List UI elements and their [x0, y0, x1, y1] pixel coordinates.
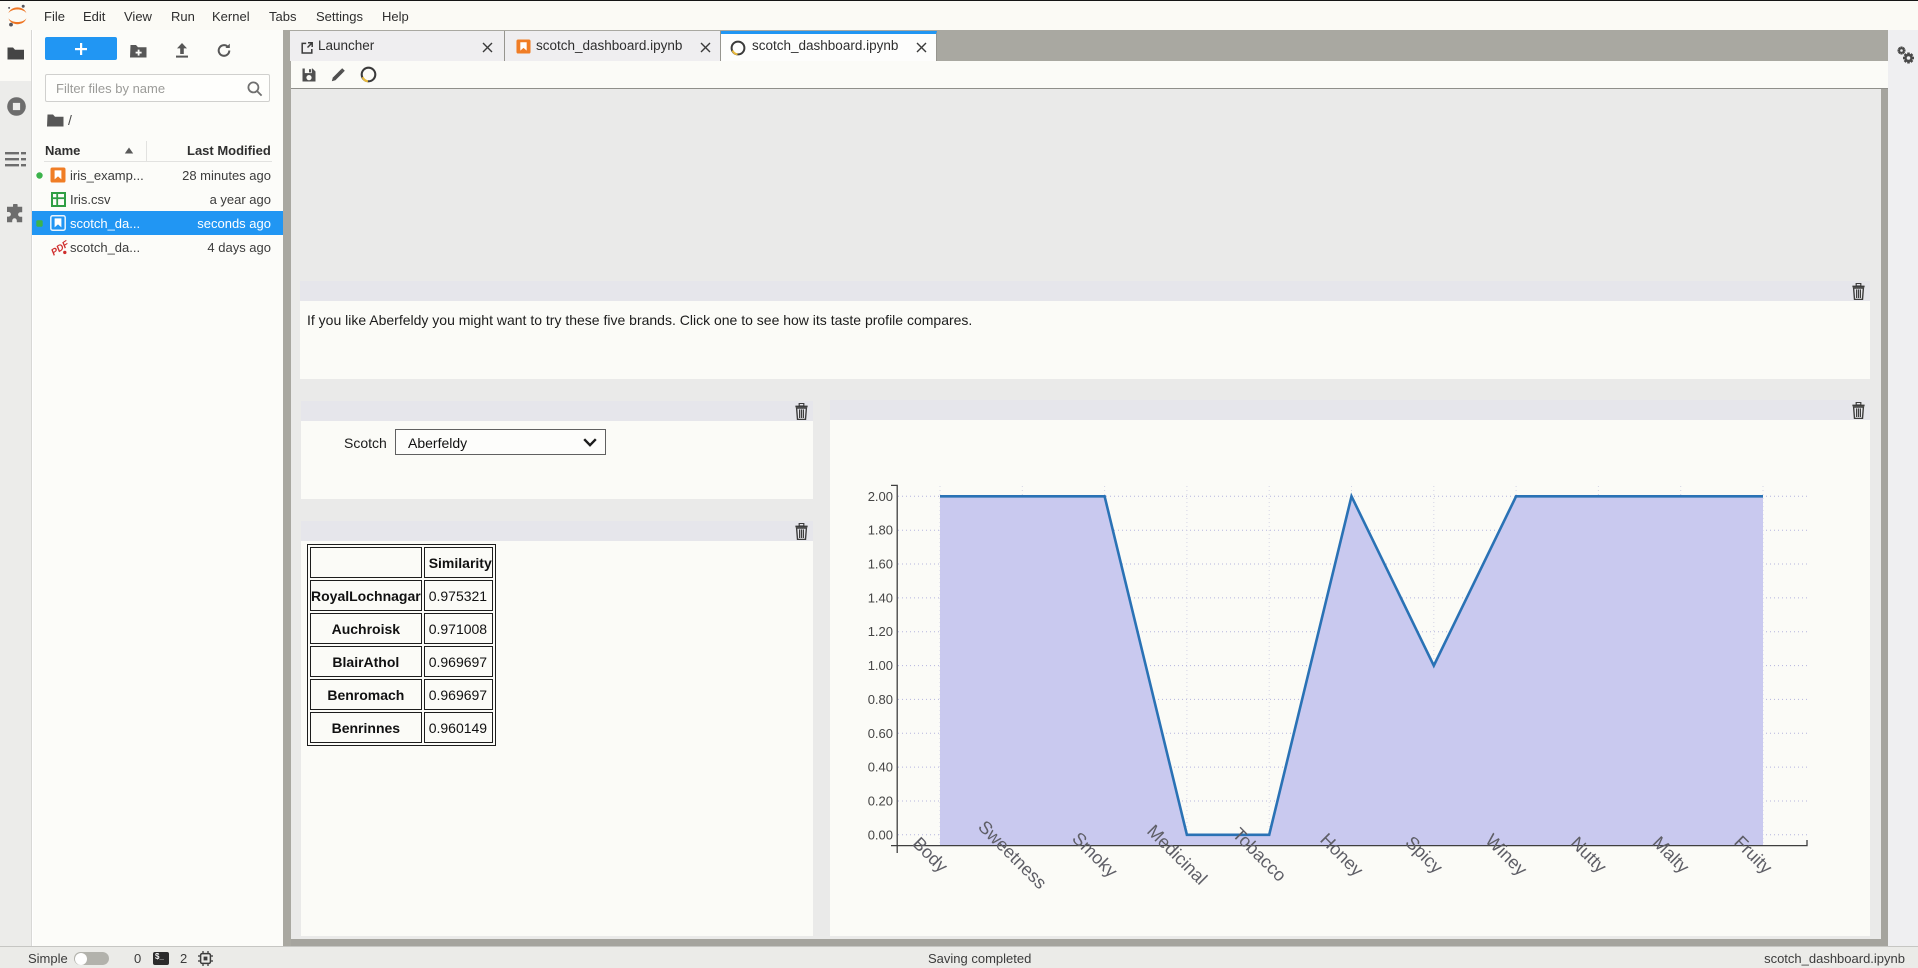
svg-text:2.00: 2.00	[868, 489, 893, 504]
svg-text:0.60: 0.60	[868, 726, 893, 741]
svg-text:0.40: 0.40	[868, 760, 893, 775]
svg-text:1.40: 1.40	[868, 590, 893, 605]
svg-text:0.80: 0.80	[868, 692, 893, 707]
svg-text:1.00: 1.00	[868, 658, 893, 673]
svg-text:PDF: PDF	[49, 239, 69, 258]
svg-text:1.20: 1.20	[868, 624, 893, 639]
svg-text:0.00: 0.00	[868, 827, 893, 842]
svg-text:0.20: 0.20	[868, 794, 893, 809]
svg-text:1.60: 1.60	[868, 557, 893, 572]
svg-text:1.80: 1.80	[868, 523, 893, 538]
